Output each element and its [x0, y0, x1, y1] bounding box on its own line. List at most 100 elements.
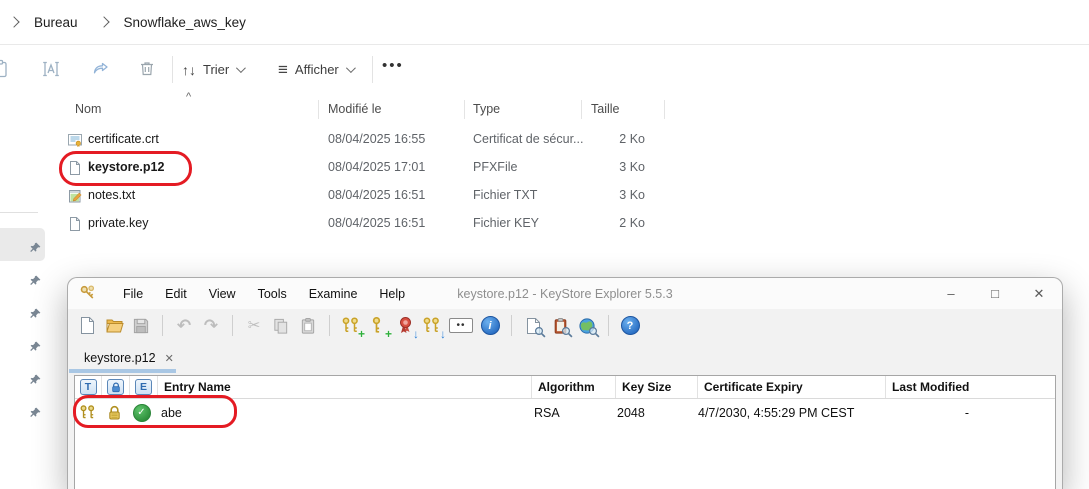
separator [608, 315, 609, 336]
kse-menubar: File Edit View Tools Examine Help [114, 284, 414, 304]
paste-icon[interactable] [298, 316, 318, 336]
sort-label: Trier [203, 62, 230, 77]
save-keystore-icon[interactable] [131, 316, 151, 336]
redo-icon[interactable]: ↷ [201, 316, 221, 336]
menu-tools[interactable]: Tools [249, 284, 296, 304]
file-row-keystore[interactable]: keystore.p12 08/04/2025 17:01 PFXFile 3 … [48, 154, 1089, 182]
separator [232, 315, 233, 336]
pin-icon[interactable] [29, 406, 42, 419]
delete-icon[interactable] [137, 59, 157, 79]
pin-icon[interactable] [29, 274, 42, 287]
entry-name: abe [161, 405, 182, 420]
keystore-entry-row[interactable]: ✓ abe RSA 2048 4/7/2030, 4:55:29 PM CEST… [75, 399, 1055, 426]
menu-help[interactable]: Help [370, 284, 414, 304]
tab-label: keystore.p12 [84, 351, 156, 365]
column-header-algorithm[interactable]: Algorithm [532, 376, 616, 398]
separator [162, 315, 163, 336]
rename-icon[interactable] [41, 59, 61, 79]
separator[interactable] [464, 100, 465, 119]
cut-icon[interactable]: ✂ [244, 316, 264, 336]
examine-ssl-icon[interactable] [577, 316, 600, 338]
copy-icon[interactable] [271, 316, 291, 336]
column-header-key-size[interactable]: Key Size [616, 376, 698, 398]
file-size: 2 Ko [619, 216, 645, 230]
properties-icon[interactable]: i [480, 316, 500, 336]
file-modified: 08/04/2025 16:51 [328, 216, 426, 230]
generate-key-pair-icon[interactable]: + [341, 316, 365, 340]
separator [0, 212, 38, 213]
file-name: certificate.crt [88, 132, 159, 146]
menu-view[interactable]: View [200, 284, 245, 304]
kse-tabbar: keystore.p12 ✕ [68, 342, 1062, 373]
view-button[interactable]: ≡ Afficher [272, 55, 359, 84]
file-row-certificate[interactable]: certificate.crt 08/04/2025 16:55 Certifi… [48, 126, 1089, 154]
file-name: keystore.p12 [88, 160, 165, 174]
explorer-toolbar: ↑↓ Trier ≡ Afficher ••• [0, 45, 1089, 95]
import-trusted-certificate-icon[interactable]: ↓ [395, 316, 419, 340]
tab-active-underline [69, 369, 176, 373]
examine-file-icon[interactable] [523, 316, 546, 338]
menu-edit[interactable]: Edit [156, 284, 196, 304]
column-header-name[interactable]: Nom [75, 102, 101, 116]
close-icon[interactable]: ✕ [1032, 286, 1046, 302]
breadcrumb: Bureau Snowflake_aws_key [0, 0, 1089, 45]
minimize-icon[interactable]: – [944, 286, 958, 301]
column-header-size[interactable]: Taille [591, 102, 620, 116]
help-icon[interactable]: ? [620, 316, 640, 336]
open-keystore-icon[interactable] [104, 316, 124, 336]
generate-secret-key-icon[interactable]: + [368, 316, 392, 340]
pin-icon[interactable] [29, 373, 42, 386]
breadcrumb-item-folder[interactable]: Snowflake_aws_key [124, 15, 246, 30]
tab-keystore-p12[interactable]: keystore.p12 ✕ [76, 347, 182, 369]
certificate-file-icon [67, 132, 83, 148]
new-keystore-icon[interactable] [77, 316, 97, 336]
kse-app-icon [78, 284, 98, 304]
column-header-type[interactable]: Type [473, 102, 500, 116]
breadcrumb-item-bureau[interactable]: Bureau [34, 15, 78, 30]
paste-icon[interactable] [0, 59, 10, 79]
entry-key-size: 2048 [617, 405, 645, 420]
separator[interactable] [581, 100, 582, 119]
column-header-lock[interactable] [102, 376, 130, 398]
generic-file-icon [67, 216, 83, 232]
column-header-expiry-status[interactable]: E [130, 376, 158, 398]
import-key-pair-icon[interactable]: ↓ [422, 316, 446, 340]
menu-examine[interactable]: Examine [300, 284, 367, 304]
separator [172, 56, 173, 83]
pin-icon[interactable] [29, 241, 42, 254]
column-header-last-modified[interactable]: Last Modified [886, 376, 1055, 398]
menu-file[interactable]: File [114, 284, 152, 304]
pin-icon[interactable] [29, 307, 42, 320]
column-header-certificate-expiry[interactable]: Certificate Expiry [698, 376, 886, 398]
more-button[interactable]: ••• [382, 57, 404, 74]
file-row-private-key[interactable]: private.key 08/04/2025 16:51 Fichier KEY… [48, 210, 1089, 238]
examine-clipboard-icon[interactable] [550, 316, 573, 338]
entry-certificate-expiry: 4/7/2030, 4:55:29 PM CEST [698, 405, 855, 420]
set-password-icon[interactable]: •• [449, 316, 473, 336]
column-header-type[interactable]: T [75, 376, 102, 398]
separator[interactable] [318, 100, 319, 119]
file-type: PFXFile [473, 160, 518, 174]
tab-close-icon[interactable]: ✕ [165, 352, 174, 365]
file-name: notes.txt [88, 188, 136, 202]
sort-ascending-icon: ^ [186, 91, 192, 103]
chevron-right-icon[interactable] [97, 16, 110, 28]
navigation-pane [0, 94, 49, 489]
view-lines-icon: ≡ [278, 60, 288, 79]
kse-titlebar: keystore.p12 - KeyStore Explorer 5.5.3 F… [68, 278, 1062, 309]
file-row-notes[interactable]: notes.txt 08/04/2025 16:51 Fichier TXT 3… [48, 182, 1089, 210]
kse-toolbar: ↶ ↷ ✂ + + ↓ ↓ •• i ? [68, 309, 1062, 342]
generic-file-icon [67, 160, 83, 176]
sort-arrows-icon: ↑↓ [182, 61, 196, 78]
column-header-modified[interactable]: Modifié le [328, 102, 382, 116]
separator[interactable] [664, 100, 665, 119]
pin-icon[interactable] [29, 340, 42, 353]
share-icon[interactable] [91, 59, 111, 79]
separator [329, 315, 330, 336]
maximize-icon[interactable]: □ [988, 286, 1002, 301]
column-header-entry-name[interactable]: Entry Name [158, 376, 532, 398]
undo-icon[interactable]: ↶ [174, 316, 194, 336]
sort-button[interactable]: ↑↓ Trier [176, 55, 249, 84]
screen: Bureau Snowflake_aws_key ↑↓ Trier ≡ Affi… [0, 0, 1089, 489]
chevron-down-icon [236, 63, 247, 74]
